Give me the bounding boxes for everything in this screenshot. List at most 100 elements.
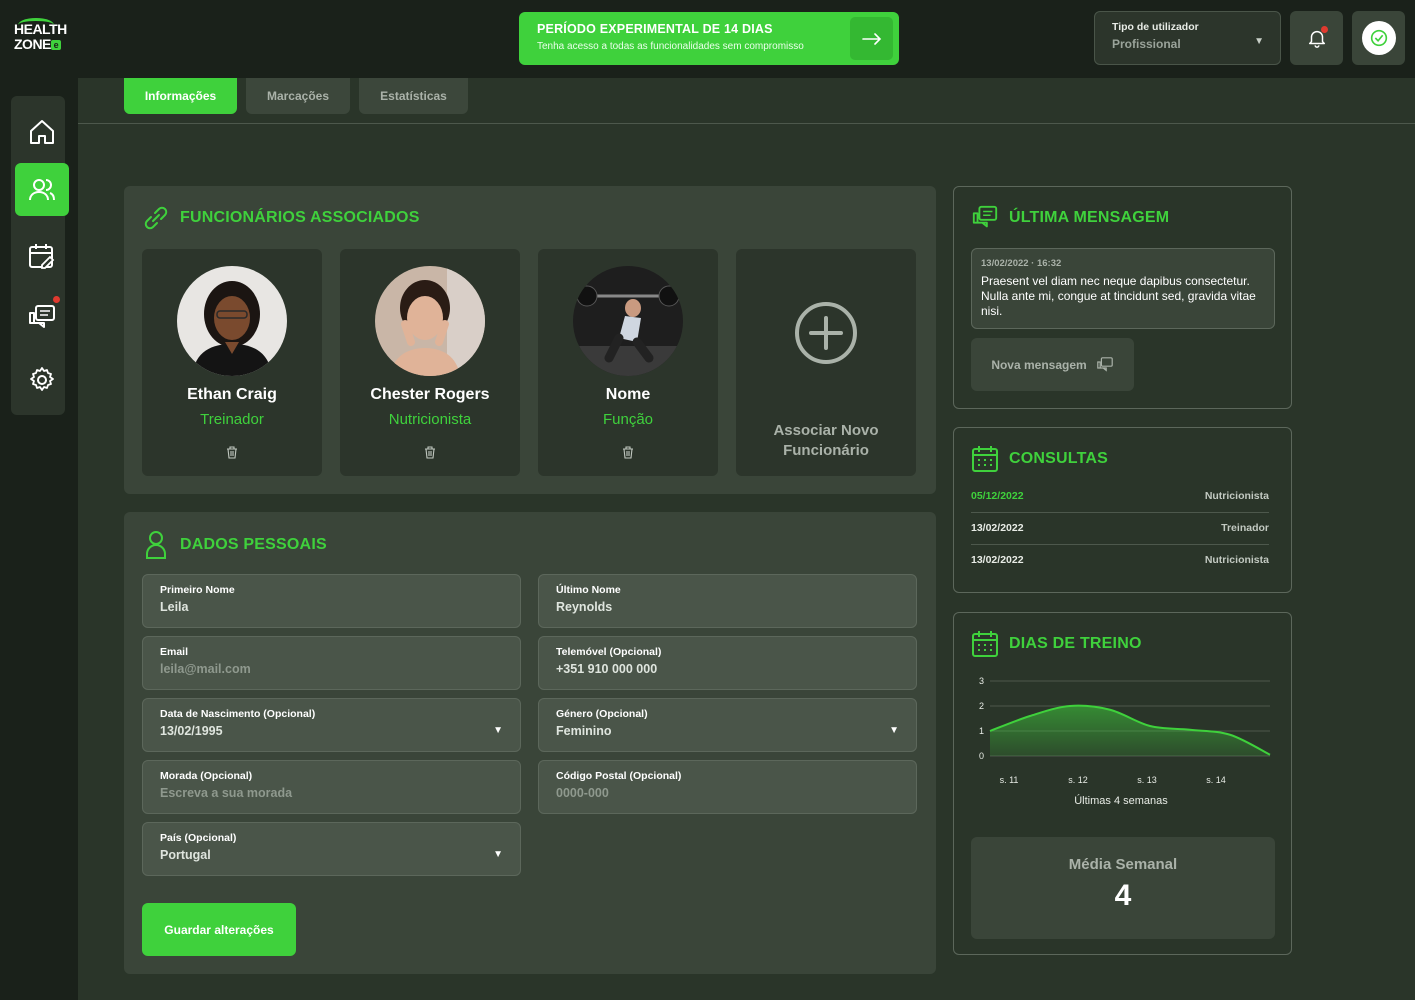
postal-code-field[interactable]: Código Postal (Opcional) 0000-000 <box>538 760 917 814</box>
consultation-row[interactable]: 13/02/2022 Treinador <box>971 512 1269 544</box>
phone-value: +351 910 000 000 <box>556 662 658 676</box>
delete-employee-button[interactable] <box>622 446 634 464</box>
employee-name: Ethan Craig <box>187 386 277 403</box>
user-type-select[interactable]: Tipo de utilizador Profissional ▼ <box>1094 11 1281 65</box>
last-message-title: ÚLTIMA MENSAGEM <box>971 204 1169 232</box>
employee-card[interactable]: Chester Rogers Nutricionista <box>340 249 520 476</box>
tab-informacoes[interactable]: Informações <box>124 78 237 114</box>
chat-icon <box>972 205 998 228</box>
calendar-icon <box>972 446 998 472</box>
add-employee-line2: Funcionário <box>783 442 869 459</box>
employees-title-text: FUNCIONÁRIOS ASSOCIADOS <box>180 209 420 226</box>
country-value: Portugal <box>160 848 211 862</box>
personal-data-title: DADOS PESSOAIS <box>142 530 327 560</box>
user-icon <box>146 531 166 559</box>
personal-data-title-text: DADOS PESSOAIS <box>180 536 327 553</box>
consultations-panel: CONSULTAS 05/12/2022 Nutricionista 13/02… <box>953 427 1292 593</box>
message-date: 13/02/2022 · 16:32 <box>981 258 1062 269</box>
user-type-value: Profissional <box>1112 37 1181 51</box>
employee-card[interactable]: Ethan Craig Treinador <box>142 249 322 476</box>
gear-icon <box>30 366 54 391</box>
new-message-button[interactable]: Nova mensagem <box>971 338 1134 391</box>
chat-icon <box>1096 356 1113 372</box>
weekly-average-value: 4 <box>1114 879 1132 912</box>
employee-photo <box>177 266 287 376</box>
email-field[interactable]: Email leila@mail.com <box>142 636 521 690</box>
link-icon <box>144 206 168 230</box>
x-tick-label: s. 13 <box>1137 775 1157 785</box>
save-button[interactable]: Guardar alterações <box>142 903 296 956</box>
last-name-field[interactable]: Último Nome Reynolds <box>538 574 917 628</box>
trial-banner[interactable]: PERÍODO EXPERIMENTAL DE 14 DIAS Tenha ac… <box>519 12 899 65</box>
avatar <box>1361 21 1396 55</box>
delete-employee-button[interactable] <box>424 446 436 464</box>
first-name-label: Primeiro Nome <box>160 584 235 596</box>
notification-dot <box>1321 26 1328 33</box>
nav-home[interactable] <box>15 105 69 158</box>
chevron-down-icon: ▼ <box>1254 36 1264 47</box>
consultation-type: Nutricionista <box>1204 490 1269 502</box>
profile-button[interactable] <box>1352 11 1405 65</box>
email-label: Email <box>160 646 189 658</box>
users-icon <box>29 178 55 200</box>
add-employee-label: Associar Novo Funcionário <box>736 421 916 461</box>
add-employee-card[interactable]: Associar Novo Funcionário <box>736 249 916 476</box>
chat-icon <box>29 304 55 328</box>
employee-role: Função <box>602 411 654 428</box>
employee-name: Nome <box>605 386 651 403</box>
nav-calendar[interactable] <box>15 229 69 282</box>
home-icon <box>30 119 54 144</box>
email-value: leila@mail.com <box>160 662 251 676</box>
notifications-button[interactable] <box>1290 11 1343 65</box>
birthdate-select[interactable]: Data de Nascimento (Opcional) 13/02/1995… <box>142 698 521 752</box>
consultation-type: Nutricionista <box>1204 554 1269 566</box>
first-name-field[interactable]: Primeiro Nome Leila <box>142 574 521 628</box>
consultations-title: CONSULTAS <box>971 445 1108 473</box>
health-zone-logo[interactable]: HEALTH ZONE e <box>14 18 74 58</box>
phone-field[interactable]: Telemóvel (Opcional) +351 910 000 000 <box>538 636 917 690</box>
trial-title: PERÍODO EXPERIMENTAL DE 14 DIAS <box>537 22 773 36</box>
training-days-panel: DIAS DE TREINO 0 1 2 3 s. 11 s. 12 s. 13 s. 14 Ú… <box>953 612 1292 955</box>
employee-role: Treinador <box>200 411 264 428</box>
postal-code-label: Código Postal (Opcional) <box>556 770 682 782</box>
consultation-row[interactable]: 05/12/2022 Nutricionista <box>971 480 1269 512</box>
training-chart: 0 1 2 3 s. 11 s. 12 s. 13 s. 14 Últimas 4 semana… <box>979 676 1271 807</box>
training-days-title-text: DIAS DE TREINO <box>1009 635 1142 652</box>
employee-card[interactable]: Nome Função <box>538 249 718 476</box>
tab-marcacoes[interactable]: Marcações <box>246 78 350 114</box>
gender-select[interactable]: Género (Opcional) Feminino ▼ <box>538 698 917 752</box>
birthdate-value: 13/02/1995 <box>160 724 223 738</box>
chevron-down-icon: ▼ <box>493 849 503 860</box>
employee-name: Chester Rogers <box>370 386 490 403</box>
consultation-type: Treinador <box>1221 522 1269 534</box>
country-select[interactable]: País (Opcional) Portugal ▼ <box>142 822 521 876</box>
nav-messages[interactable] <box>15 291 69 344</box>
new-message-label: Nova mensagem <box>991 357 1087 372</box>
last-name-value: Reynolds <box>556 600 613 614</box>
first-name-value: Leila <box>160 600 189 614</box>
last-name-label: Último Nome <box>556 584 621 596</box>
gender-value: Feminino <box>556 724 612 738</box>
x-axis-label: Últimas 4 semanas <box>1074 794 1168 807</box>
weekly-average-box: Média Semanal 4 <box>971 837 1275 939</box>
y-tick-label: 1 <box>979 726 984 736</box>
tab-estatisticas[interactable]: Estatísticas <box>359 78 468 114</box>
logo-line2: ZONE <box>14 36 51 52</box>
nav-users[interactable] <box>15 163 69 216</box>
x-tick-label: s. 12 <box>1068 775 1088 785</box>
consultation-row[interactable]: 13/02/2022 Nutricionista <box>971 544 1269 576</box>
delete-employee-button[interactable] <box>226 446 238 464</box>
employee-photo <box>573 266 683 376</box>
trial-arrow-button[interactable] <box>850 17 893 60</box>
nav-settings[interactable] <box>15 353 69 406</box>
weekly-average-label: Média Semanal <box>1068 856 1178 873</box>
calendar-edit-icon <box>29 243 55 269</box>
address-field[interactable]: Morada (Opcional) Escreva a sua morada <box>142 760 521 814</box>
user-type-label: Tipo de utilizador <box>1112 21 1199 33</box>
profile-logo-icon <box>1370 29 1387 47</box>
message-preview[interactable]: 13/02/2022 · 16:32 Praesent vel diam nec… <box>971 248 1275 329</box>
y-tick-label: 3 <box>979 676 984 686</box>
trial-subtitle: Tenha acesso a todas as funcionalidades … <box>537 41 804 52</box>
y-tick-label: 2 <box>979 701 984 711</box>
gender-label: Género (Opcional) <box>556 708 648 720</box>
